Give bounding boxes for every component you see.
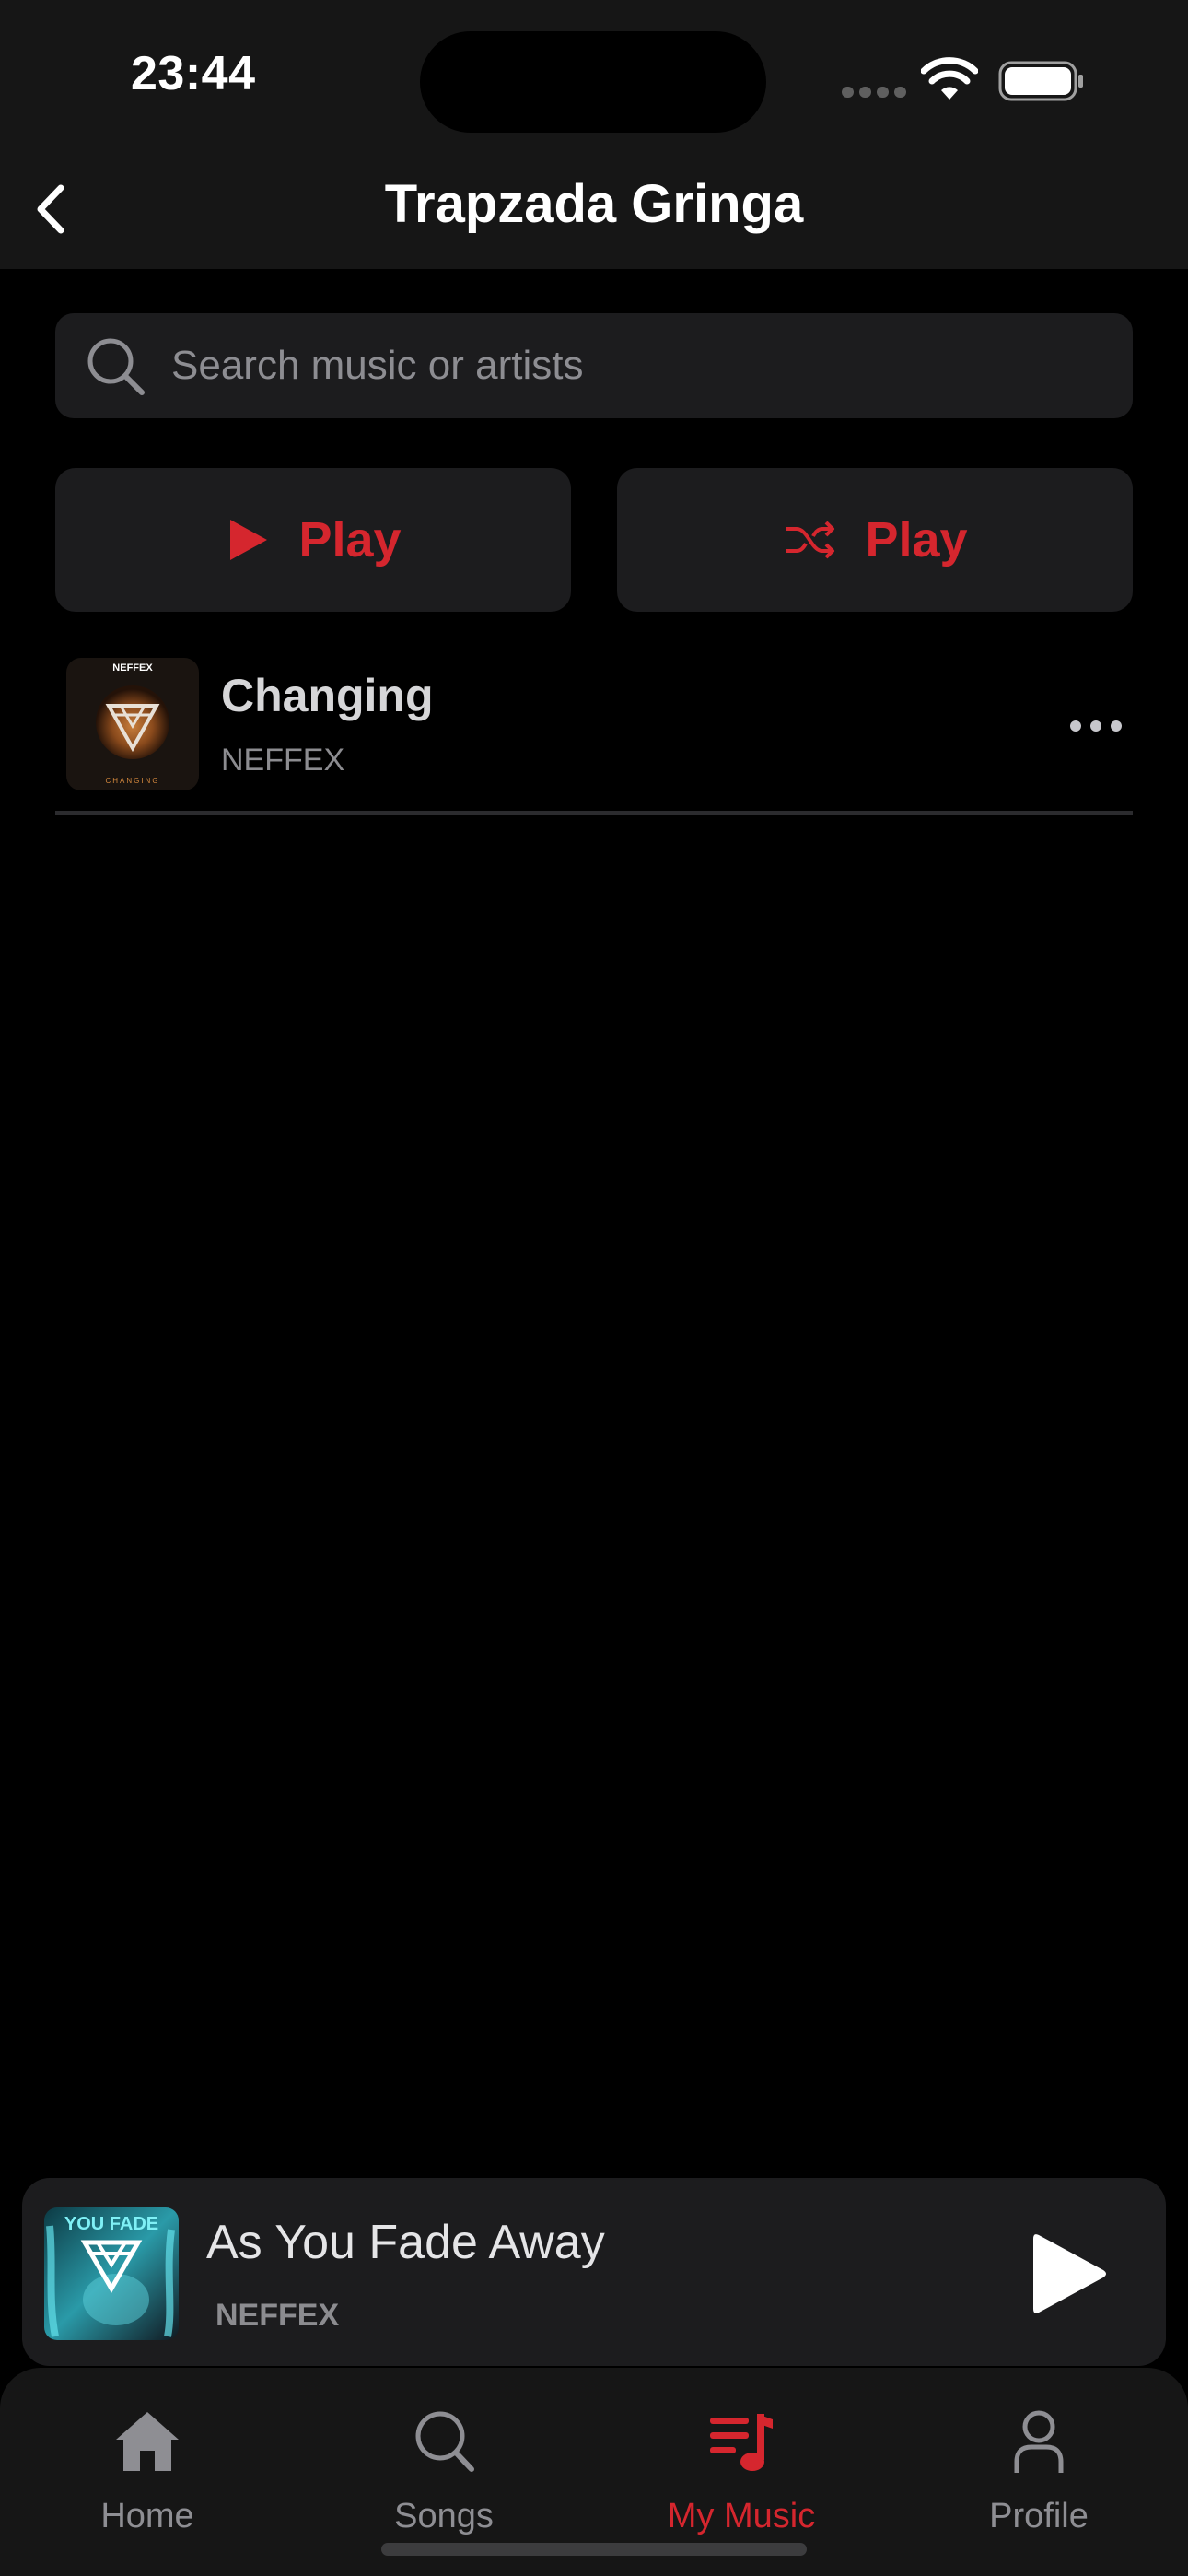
song-title: Changing	[221, 670, 434, 721]
back-button[interactable]	[28, 177, 79, 241]
mini-player-play-button[interactable]	[1026, 2230, 1111, 2318]
battery-icon	[998, 61, 1083, 101]
search-bar[interactable]	[55, 313, 1133, 418]
dynamic-island	[420, 31, 766, 133]
song-artist: NEFFEX	[221, 743, 345, 778]
header: 23:44 Trapzada Gringa	[0, 0, 1188, 269]
play-button[interactable]: Play	[55, 468, 571, 612]
music-list-icon	[710, 2414, 773, 2471]
home-icon	[116, 2412, 179, 2471]
more-options-button[interactable]	[1068, 708, 1124, 744]
tab-songs[interactable]: Songs	[333, 2399, 554, 2537]
mini-player[interactable]: YOU FADE As You Fade Away NEFFEX	[22, 2178, 1166, 2366]
tab-home-label: Home	[100, 2497, 194, 2535]
play-button-label: Play	[298, 512, 402, 568]
home-indicator[interactable]	[381, 2543, 807, 2556]
cellular-signal-icon	[842, 87, 908, 98]
status-time: 23:44	[131, 47, 256, 100]
shuffle-icon	[786, 521, 835, 559]
page-title: Trapzada Gringa	[384, 174, 804, 234]
shuffle-play-button-label: Play	[865, 512, 968, 568]
tab-profile-label: Profile	[989, 2497, 1089, 2535]
play-icon	[230, 520, 268, 560]
now-playing-cover: YOU FADE	[44, 2207, 179, 2340]
search-input[interactable]	[171, 313, 1111, 418]
tab-my-music-label: My Music	[667, 2497, 816, 2535]
album-cover-changing: NEFFEX CHANGING	[66, 658, 199, 790]
search-icon	[415, 2411, 474, 2472]
list-divider	[55, 811, 1133, 815]
list-item[interactable]: NEFFEX CHANGING Changing NEFFEX	[55, 650, 1133, 814]
tab-songs-label: Songs	[394, 2497, 494, 2535]
tab-home[interactable]: Home	[37, 2399, 258, 2537]
person-icon	[1014, 2410, 1064, 2473]
cover-brand-text: NEFFEX	[112, 662, 153, 673]
now-playing-title: As You Fade Away	[206, 2216, 605, 2269]
magnifier-icon	[87, 338, 145, 395]
wifi-icon	[921, 57, 978, 100]
shuffle-play-button[interactable]: Play	[617, 468, 1133, 612]
tab-profile[interactable]: Profile	[928, 2399, 1149, 2537]
tab-my-music[interactable]: My Music	[631, 2399, 852, 2537]
now-playing-artist: NEFFEX	[215, 2298, 340, 2333]
cover-title-text: CHANGING	[105, 777, 159, 785]
now-playing-cover-text: YOU FADE	[64, 2214, 158, 2234]
